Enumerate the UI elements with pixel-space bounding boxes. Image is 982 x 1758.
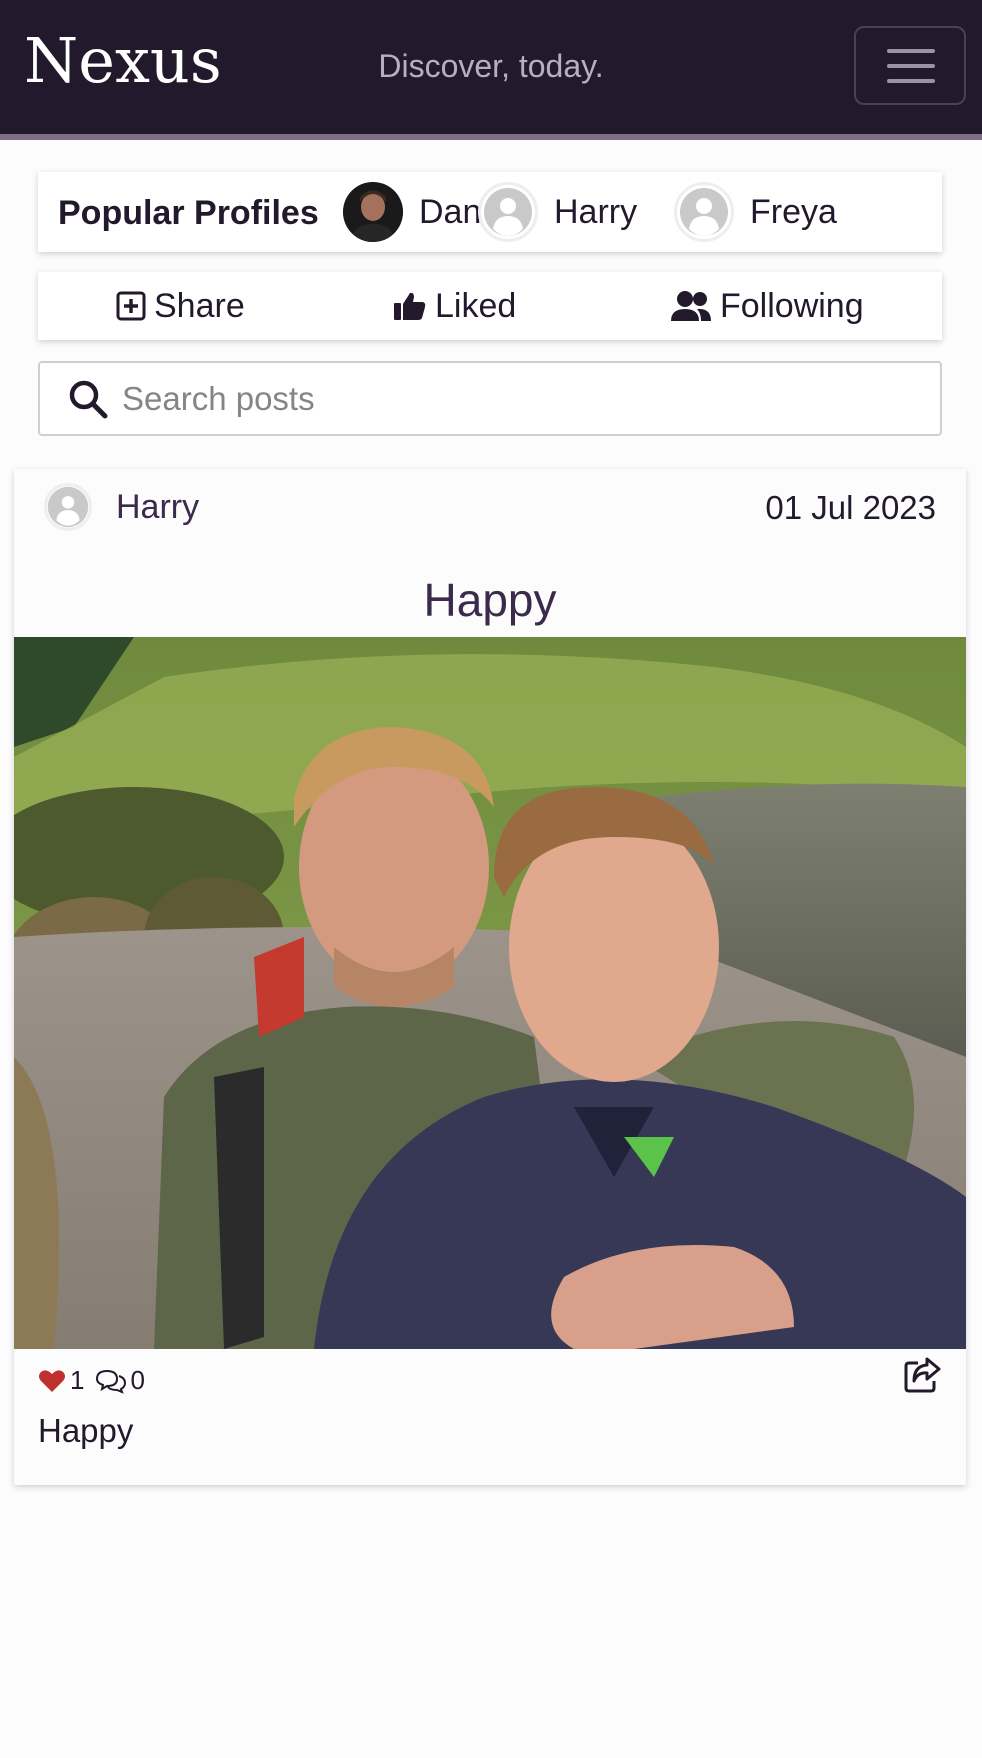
post-caption: Happy: [38, 1412, 134, 1449]
share-button[interactable]: Share: [116, 286, 245, 326]
profile-photo-icon: [343, 182, 403, 242]
users-icon: [671, 291, 711, 321]
like-button[interactable]: 1: [38, 1365, 84, 1396]
post-author-name: Harry: [116, 487, 200, 526]
post-date: 01 Jul 2023: [765, 489, 936, 526]
hamburger-menu-icon-bar: [887, 79, 935, 83]
share-icon: [904, 1357, 941, 1393]
selfie-photo: [14, 637, 966, 1349]
liked-button[interactable]: Liked: [393, 286, 516, 326]
post-author[interactable]: Harry: [44, 483, 199, 531]
profile-name: Harry: [554, 192, 638, 231]
comment-button[interactable]: 0: [94, 1365, 145, 1396]
hamburger-menu-icon: [887, 49, 935, 53]
actions-bar: Share Liked Following: [38, 272, 942, 340]
default-user-icon: [674, 182, 734, 242]
share-label: Share: [154, 286, 245, 325]
search-icon: [69, 380, 108, 418]
profile-harry[interactable]: Harry: [478, 182, 637, 242]
popular-profiles-card: Popular Profiles Dan Harry Freya: [38, 172, 942, 252]
post-card: Harry 01 Jul 2023 Happy 1 0 Happy: [14, 469, 966, 1485]
profile-freya[interactable]: Freya: [674, 182, 837, 242]
comment-count: 0: [130, 1365, 145, 1395]
profile-name: Freya: [750, 192, 837, 231]
hamburger-menu-button[interactable]: [854, 26, 966, 105]
default-user-icon: [44, 483, 92, 531]
profile-dan[interactable]: Dan: [343, 182, 481, 242]
profile-name: Dan: [419, 192, 482, 231]
search-bar: [38, 361, 942, 436]
following-label: Following: [720, 286, 864, 325]
popular-profiles-title: Popular Profiles: [58, 194, 319, 232]
thumbs-up-icon: [394, 292, 426, 320]
navbar: Nexus Discover, today.: [0, 0, 982, 140]
default-user-icon: [478, 182, 538, 242]
tagline: Discover, today.: [378, 48, 604, 84]
heart-icon: [39, 1369, 65, 1392]
avatar: [343, 182, 403, 242]
share-post-button[interactable]: [904, 1357, 942, 1398]
plus-square-icon: [116, 291, 146, 321]
post-title: Happy: [423, 574, 557, 626]
post-image[interactable]: [14, 637, 966, 1349]
search-input[interactable]: [122, 379, 882, 418]
following-button[interactable]: Following: [670, 286, 864, 326]
post-stats: 1 0: [38, 1365, 145, 1396]
comments-icon: [96, 1369, 127, 1394]
like-count: 1: [70, 1365, 85, 1395]
hamburger-menu-icon-bar: [887, 64, 935, 68]
liked-label: Liked: [435, 286, 517, 325]
